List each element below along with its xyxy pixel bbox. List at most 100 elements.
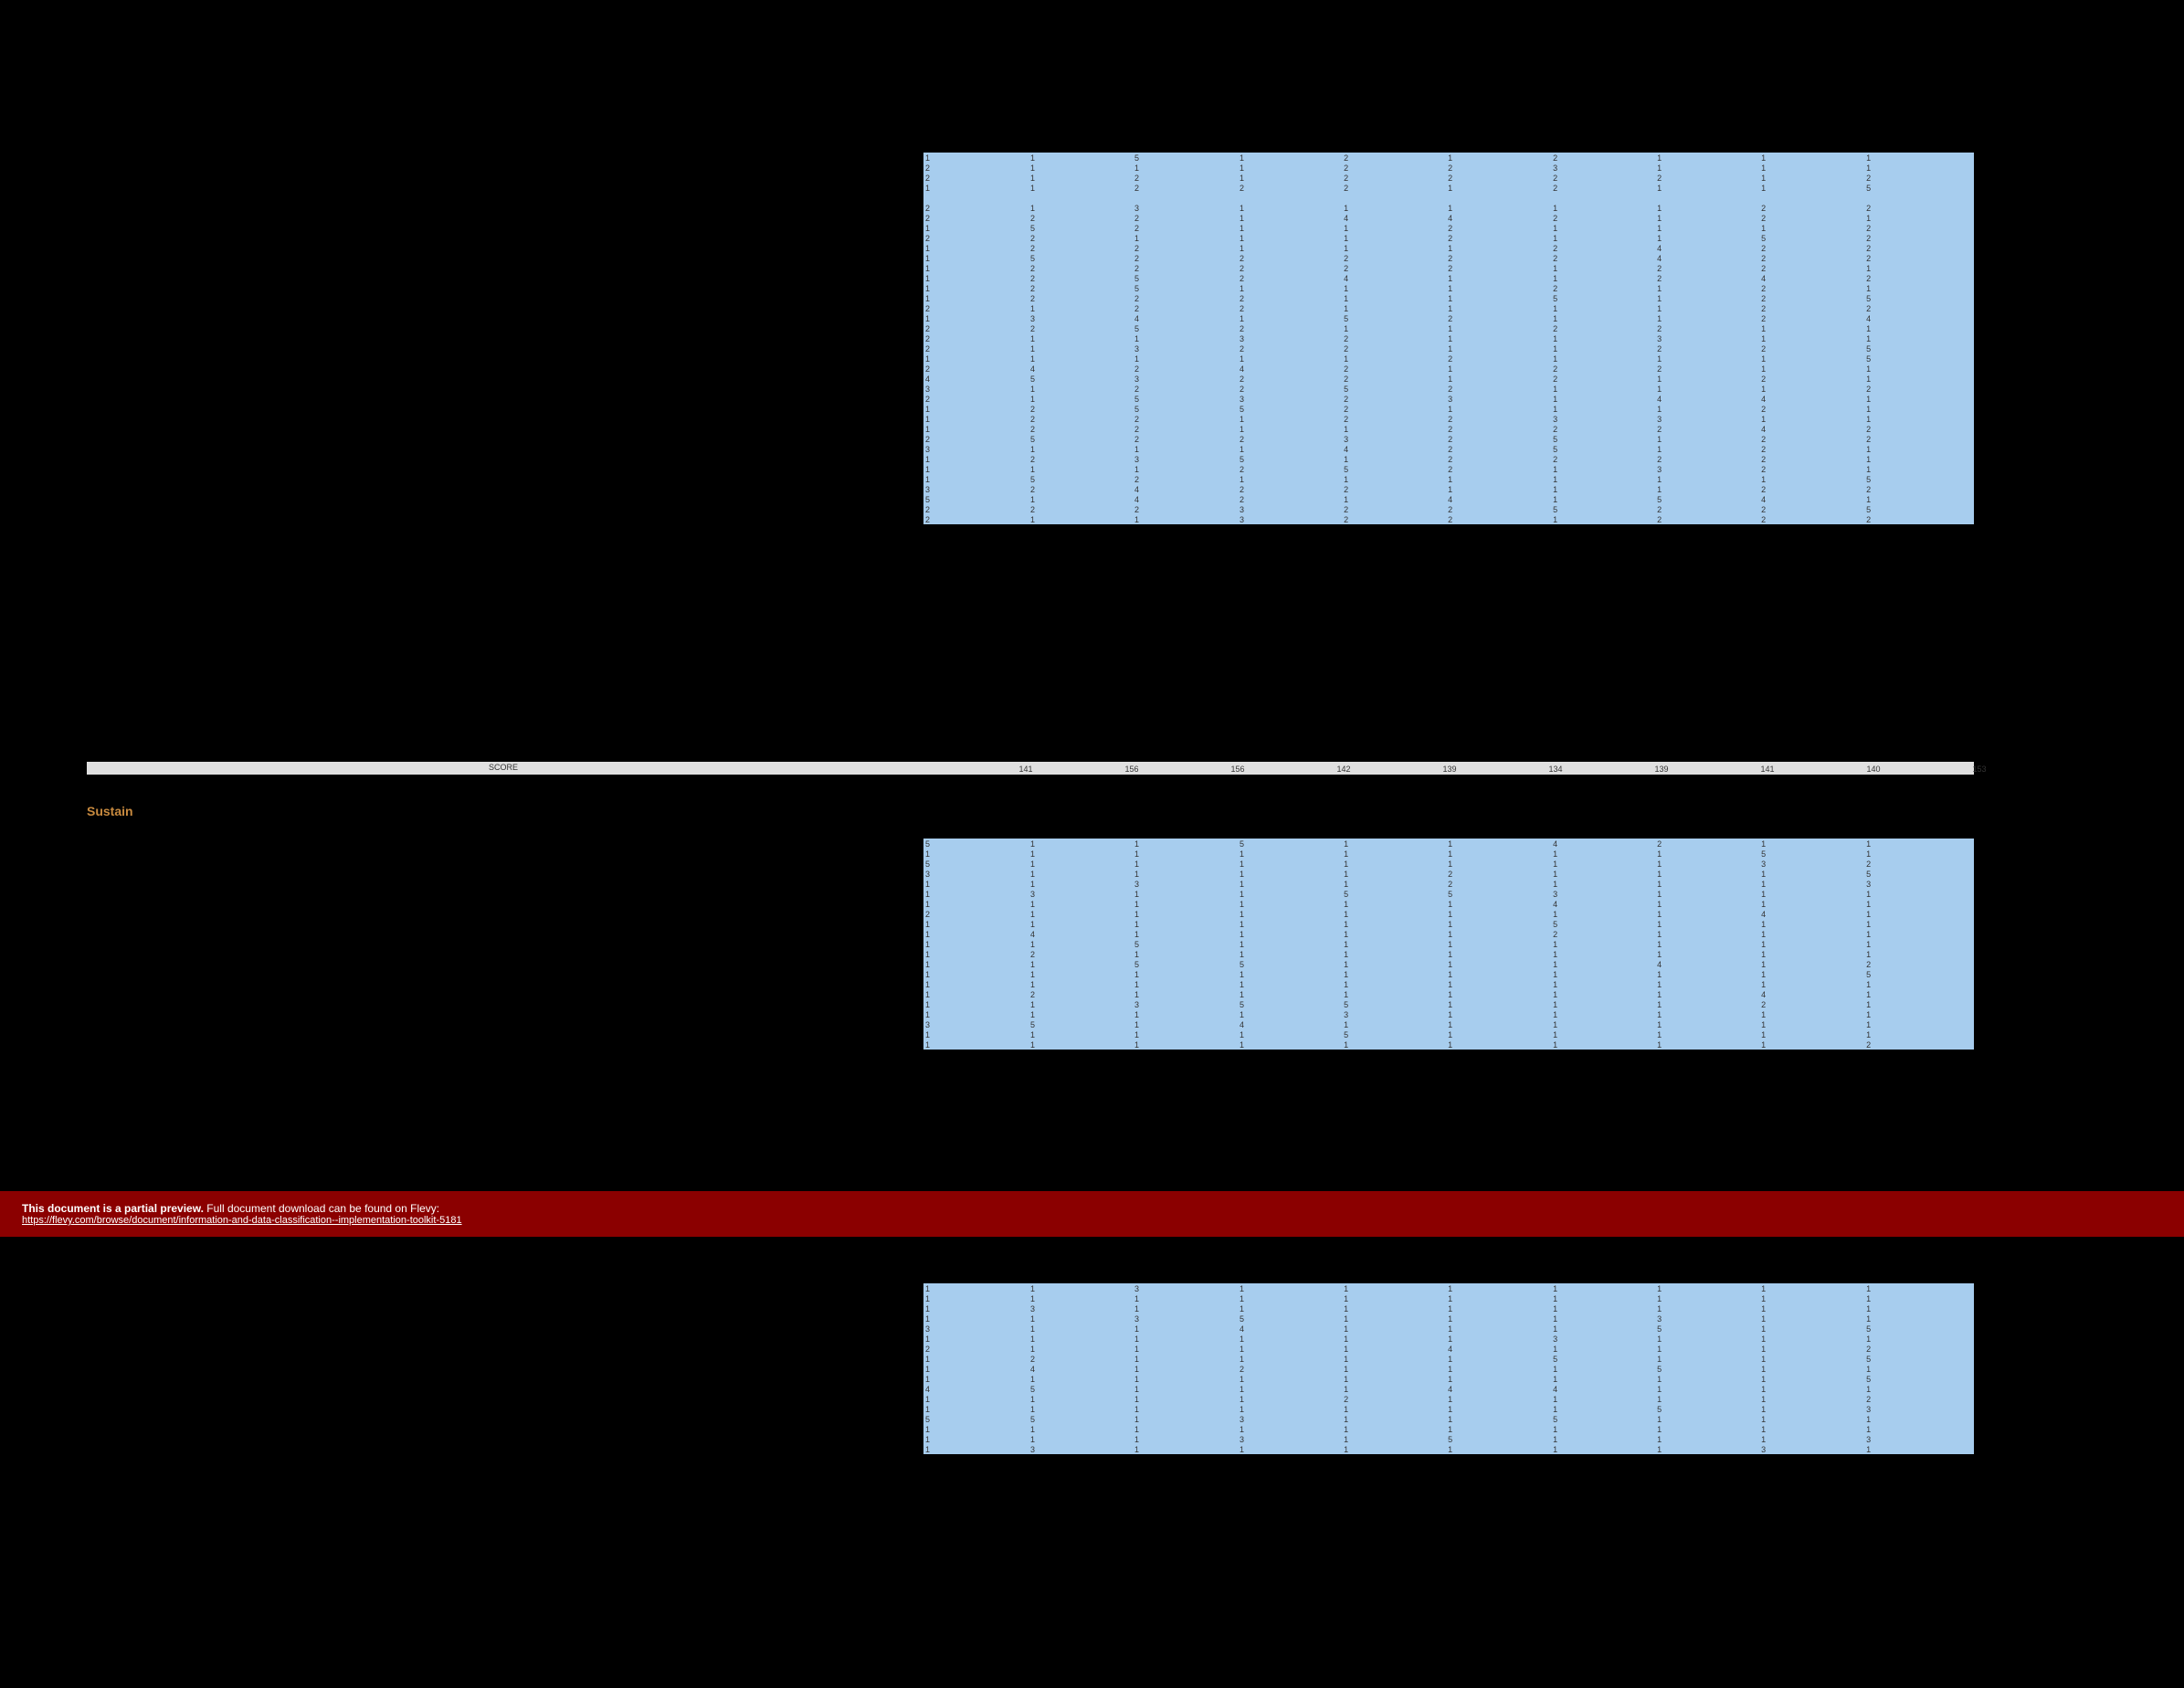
data-cell: 1 <box>1342 969 1446 979</box>
data-cell: 1 <box>923 404 1029 414</box>
data-cell: 2 <box>1864 959 1974 969</box>
data-cell: 4 <box>1133 494 1238 504</box>
data-cell: 1 <box>923 969 1029 979</box>
data-cell: 1 <box>1133 839 1238 849</box>
data-cell: 1 <box>1133 163 1238 173</box>
data-cell: 5 <box>1133 273 1238 283</box>
data-cell: 2 <box>1133 253 1238 263</box>
data-cell: 1 <box>1655 949 1759 959</box>
data-cell: 1 <box>1238 979 1342 989</box>
banner-link[interactable]: https://flevy.com/browse/document/inform… <box>22 1215 2162 1226</box>
data-cell: 1 <box>923 243 1029 253</box>
data-cell: 2 <box>1655 454 1759 464</box>
data-cell: 5 <box>1864 183 1974 193</box>
data-cell: 1 <box>1446 153 1551 163</box>
data-cell: 1 <box>1864 1293 1974 1303</box>
data-cell: 2 <box>1238 494 1342 504</box>
data-cell: 2 <box>1342 374 1446 384</box>
data-cell: 2 <box>1133 424 1238 434</box>
data-cell: 1 <box>1446 1303 1551 1313</box>
data-cell: 1 <box>1759 1283 1864 1293</box>
data-cell: 1 <box>1133 949 1238 959</box>
data-cell: 1 <box>1342 1404 1446 1414</box>
data-cell: 2 <box>1133 474 1238 484</box>
data-cell: 1 <box>1029 849 1133 859</box>
data-cell: 1 <box>1759 959 1864 969</box>
data-cell: 1 <box>1655 1009 1759 1019</box>
data-cell: 5 <box>1864 869 1974 879</box>
data-cell: 1 <box>1551 879 1655 889</box>
data-cell: 1 <box>923 1424 1029 1434</box>
data-cell: 1 <box>923 424 1029 434</box>
data-cell: 4 <box>1238 364 1342 374</box>
data-cell: 2 <box>1446 263 1551 273</box>
data-cell: 1 <box>1759 1009 1864 1019</box>
data-cell: 2 <box>1864 434 1974 444</box>
data-cell: 1 <box>1133 1354 1238 1364</box>
data-cell: 2 <box>1342 253 1446 263</box>
data-cell: 1 <box>1551 313 1655 323</box>
data-cell: 3 <box>923 1019 1029 1029</box>
data-cell: 5 <box>1029 1019 1133 1029</box>
data-cell: 1 <box>1551 1434 1655 1444</box>
data-cell: 3 <box>1342 1009 1446 1019</box>
data-cell: 1 <box>1759 353 1864 364</box>
data-cell: 1 <box>1551 223 1655 233</box>
data-cell: 3 <box>1759 1444 1864 1454</box>
table-row: 1113151113 <box>923 1434 1974 1444</box>
data-cell: 1 <box>1029 464 1133 474</box>
data-cell: 1 <box>923 919 1029 929</box>
data-cell: 1 <box>1342 869 1446 879</box>
data-cell: 1 <box>1446 1334 1551 1344</box>
data-cell: 3 <box>1864 1404 1974 1414</box>
data-cell: 1 <box>1655 969 1759 979</box>
table-row: 1111121115 <box>923 353 1974 364</box>
data-cell: 5 <box>1238 1313 1342 1324</box>
data-cell: 1 <box>1655 1354 1759 1364</box>
data-cell: 2 <box>923 343 1029 353</box>
data-cell: 1 <box>1864 989 1974 999</box>
data-cell: 3 <box>923 1324 1029 1334</box>
data-cell: 1 <box>1029 1009 1133 1019</box>
data-cell: 2 <box>1342 514 1446 524</box>
data-cell: 1 <box>923 1394 1029 1404</box>
table-row: 2111141112 <box>923 1344 1974 1354</box>
data-cell: 2 <box>1759 504 1864 514</box>
data-cell: 1 <box>1133 1303 1238 1313</box>
data-cell: 2 <box>1238 374 1342 384</box>
data-cell: 2 <box>1551 374 1655 384</box>
data-cell: 2 <box>1238 323 1342 333</box>
data-cell: 1 <box>1342 1374 1446 1384</box>
data-cell: 1 <box>1133 1424 1238 1434</box>
data-cell: 1 <box>1446 273 1551 283</box>
data-cell: 1 <box>1864 464 1974 474</box>
data-cell: 2 <box>1551 173 1655 183</box>
data-cell: 1 <box>1655 153 1759 163</box>
table-row: 1135511121 <box>923 999 1974 1009</box>
data-cell: 4 <box>1029 364 1133 374</box>
data-cell: 1 <box>1446 203 1551 213</box>
data-cell: 1 <box>1238 879 1342 889</box>
data-cell: 2 <box>1759 343 1864 353</box>
data-cell: 2 <box>1133 384 1238 394</box>
data-cell: 5 <box>1029 1414 1133 1424</box>
data-cell: 2 <box>1029 243 1133 253</box>
data-cell: 2 <box>1029 213 1133 223</box>
data-cell: 1 <box>1864 213 1974 223</box>
data-cell: 2 <box>1238 183 1342 193</box>
data-cell: 1 <box>1655 1344 1759 1354</box>
data-cell: 1 <box>923 223 1029 233</box>
data-cell: 1 <box>1029 1334 1133 1344</box>
table-row: 2132211225 <box>923 343 1974 353</box>
data-cell: 2 <box>1864 173 1974 183</box>
data-cell: 2 <box>1342 484 1446 494</box>
data-cell: 4 <box>1759 394 1864 404</box>
document-page: 1151212111211122311121212222121122212115… <box>0 0 2184 1688</box>
data-cell: 2 <box>1029 989 1133 999</box>
data-cell: 1 <box>1029 1029 1133 1039</box>
data-cell: 1 <box>1342 989 1446 999</box>
data-cell: 1 <box>1655 353 1759 364</box>
data-cell: 1 <box>1238 869 1342 879</box>
data-cell: 1 <box>923 464 1029 474</box>
data-cell: 1 <box>1864 1384 1974 1394</box>
